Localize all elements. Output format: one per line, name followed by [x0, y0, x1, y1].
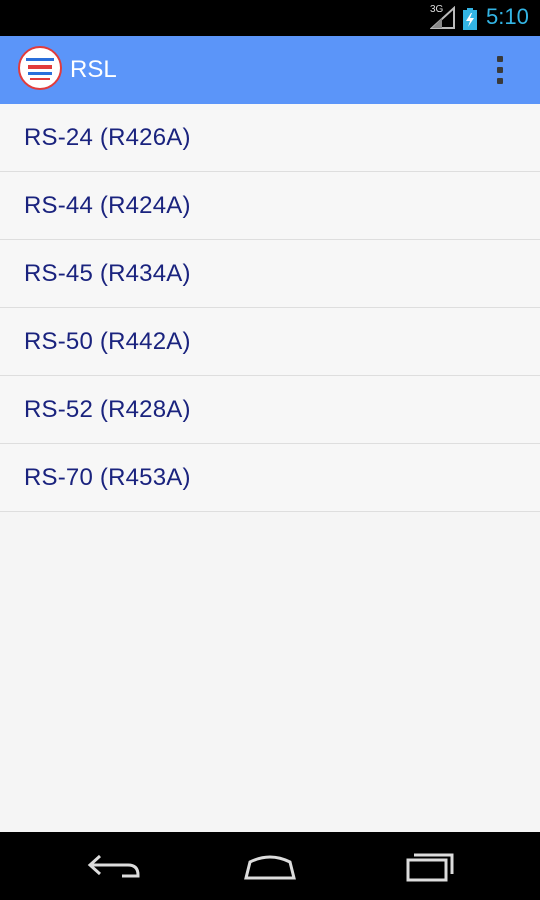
list-item-label: RS-24 (R426A)	[24, 123, 191, 151]
refrigerant-list: RS-24 (R426A) RS-44 (R424A) RS-45 (R434A…	[0, 104, 540, 512]
list-item[interactable]: RS-44 (R424A)	[0, 172, 540, 240]
list-item[interactable]: RS-50 (R442A)	[0, 308, 540, 376]
signal-icon	[430, 6, 455, 29]
app-logo-icon[interactable]	[18, 46, 62, 90]
back-icon[interactable]	[84, 848, 144, 884]
overflow-menu-icon[interactable]	[490, 54, 510, 86]
status-bar: 3G 5:10	[0, 0, 540, 36]
list-item-label: RS-70 (R453A)	[24, 463, 191, 491]
list-item-label: RS-44 (R424A)	[24, 191, 191, 219]
status-clock: 5:10	[486, 4, 529, 29]
home-icon[interactable]	[240, 848, 300, 884]
app-title: RSL	[70, 56, 117, 83]
list-item[interactable]: RS-70 (R453A)	[0, 444, 540, 512]
list-item-label: RS-52 (R428A)	[24, 395, 191, 423]
list-item-label: RS-45 (R434A)	[24, 259, 191, 287]
action-bar: RSL	[0, 36, 540, 104]
battery-charging-icon	[463, 8, 477, 30]
list-item[interactable]: RS-52 (R428A)	[0, 376, 540, 444]
navigation-bar	[0, 832, 540, 900]
list-item[interactable]: RS-45 (R434A)	[0, 240, 540, 308]
list-item[interactable]: RS-24 (R426A)	[0, 104, 540, 172]
list-item-label: RS-50 (R442A)	[24, 327, 191, 355]
recent-apps-icon[interactable]	[400, 848, 460, 884]
